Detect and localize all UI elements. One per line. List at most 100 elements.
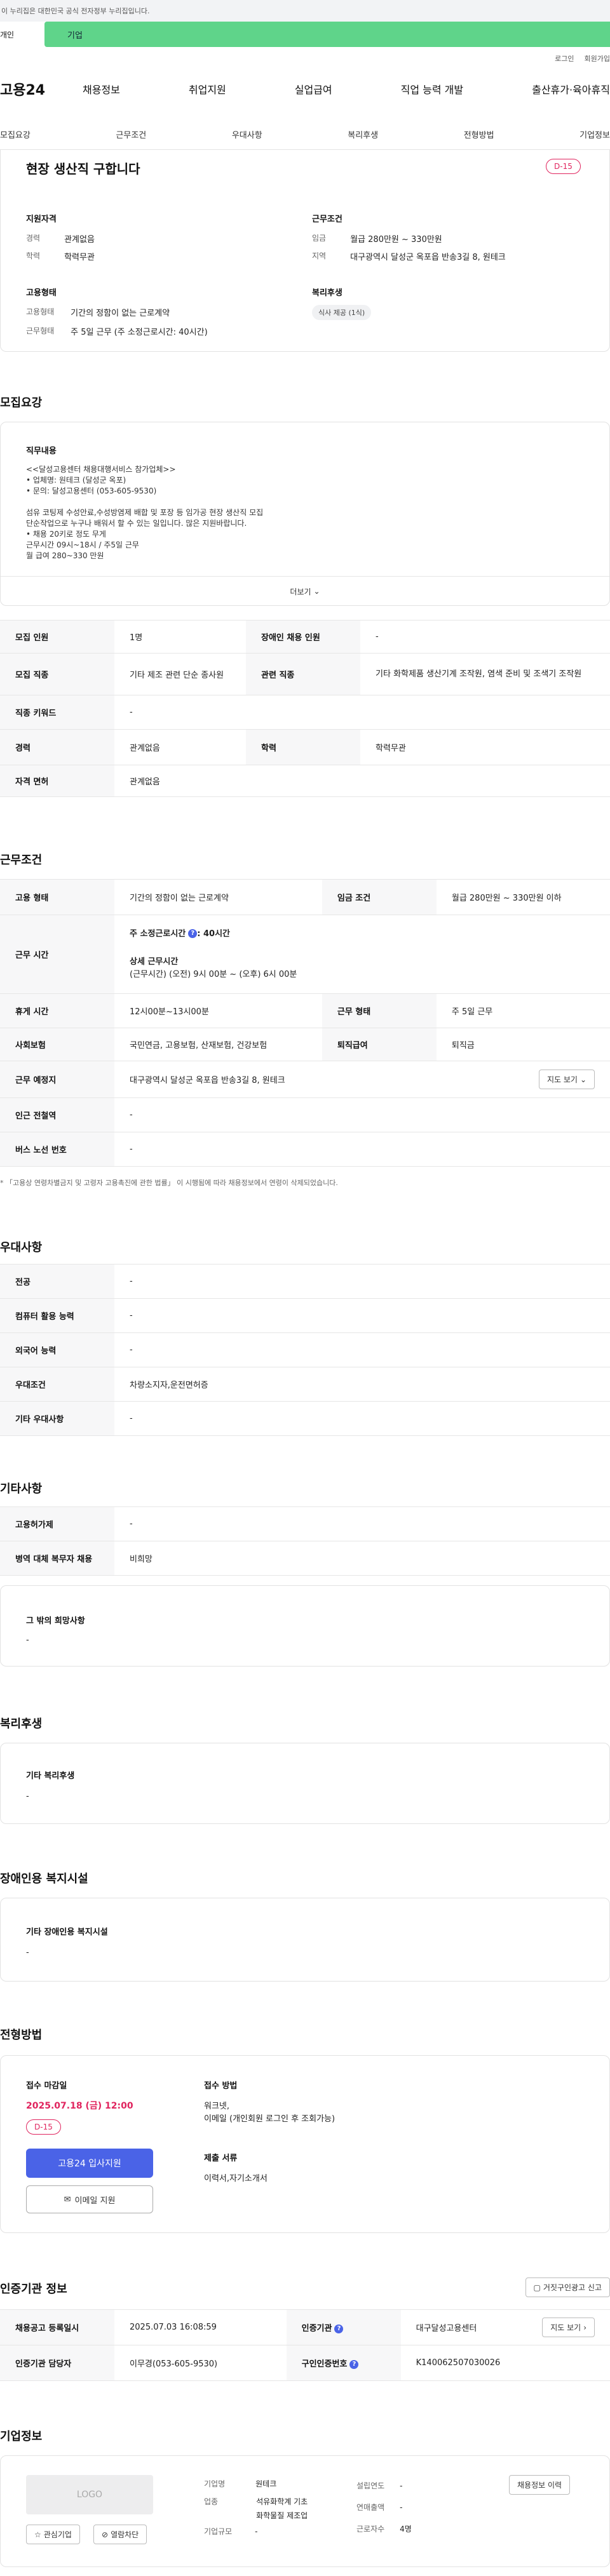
- cell-label: 근무 시간: [0, 915, 114, 994]
- tab-recruit[interactable]: 모집요강: [0, 128, 30, 140]
- tab-conditions[interactable]: 근무조건: [116, 128, 146, 140]
- cell-value: -: [360, 620, 610, 654]
- hours-detail: (근무시간) (오전) 9시 00분 ~ (오후) 6시 00분: [130, 969, 297, 979]
- sales-value: -: [400, 2503, 403, 2512]
- report-fake-ad-button[interactable]: ▢ 거짓구인광고 신고: [525, 2277, 610, 2297]
- recruit-section-title: 모집요강: [0, 396, 43, 410]
- top-util: 로그인 회원가입: [0, 47, 610, 70]
- more-button[interactable]: 더보기 ⌄: [1, 576, 609, 606]
- table-row: 전공 -: [0, 1264, 610, 1299]
- sales-label: 연매출액: [356, 2503, 385, 2512]
- cell-value: 관계없음: [114, 765, 610, 797]
- cell-value: 1명: [114, 620, 247, 654]
- cell-value: 퇴직금: [436, 1028, 610, 1061]
- docs-value: 이력서,자기소개서: [204, 2174, 268, 2184]
- gnb-item-support[interactable]: 취업지원: [189, 81, 226, 97]
- table-row: 모집 직종 기타 제조 관련 단순 종사원 관련 직종 기타 화학제품 생산기계…: [0, 653, 610, 695]
- info-icon[interactable]: ?: [334, 2324, 344, 2333]
- work-section-title: 근무조건: [0, 854, 43, 867]
- job-description-body: <<달성고용센터 채용대행서비스 참가업체>> • 업체명: 원테크 (달성군 …: [26, 464, 263, 561]
- agency-section-title: 인증기관 정보: [0, 2283, 67, 2296]
- table-row: 고용 형태 기간의 정함이 없는 근로계약 임금 조건 월급 280만원 ~ 3…: [0, 879, 610, 915]
- agency-map-button[interactable]: 지도 보기 ›: [542, 2318, 595, 2337]
- welfare-chip-text: 식사 제공 (1식): [312, 305, 372, 320]
- cell-value: -: [114, 1132, 610, 1167]
- disab-section-title: 장애인용 복지시설: [0, 1872, 88, 1886]
- cell-label: 버스 노선 번호: [0, 1132, 114, 1167]
- chevron-down-icon: ⌄: [580, 1075, 586, 1084]
- disab-box-value: -: [26, 1948, 29, 1957]
- table-row: 사회보험 국민연금, 고용보험, 산재보험, 건강보험 퇴직급여 퇴직금: [0, 1028, 610, 1061]
- job-history-button[interactable]: 채용정보 이력: [509, 2475, 571, 2495]
- emp-value: 주 5일 근무 (주 소정근로시간: 40시간): [71, 328, 208, 337]
- info-icon[interactable]: ?: [188, 929, 198, 938]
- gnb-item-jobs[interactable]: 채용정보: [83, 81, 120, 97]
- job-description-card: 직무내용 <<달성고용센터 채용대행서비스 참가업체>> • 업체명: 원테크 …: [0, 422, 610, 606]
- weekly-hours: 주 소정근로시간?: 40시간: [130, 928, 595, 941]
- block-view-button[interactable]: ⊘ 열람차단: [93, 2525, 147, 2544]
- cell-value: 학력무관: [360, 729, 610, 765]
- report-label: 거짓구인광고 신고: [543, 2283, 602, 2292]
- mode-bar: 개인 기업: [0, 22, 610, 47]
- docs-title: 제출 서류: [204, 2154, 238, 2163]
- founded-label: 설립연도: [356, 2481, 385, 2490]
- email-apply-button[interactable]: ✉ 이메일 지원: [26, 2185, 153, 2213]
- table-row: 외국어 능력 -: [0, 1332, 610, 1367]
- tab-preferences[interactable]: 우대사항: [232, 128, 262, 140]
- disab-card: 기타 장애인용 복지시설 -: [0, 1898, 610, 1982]
- mode-individual[interactable]: 개인: [0, 22, 44, 47]
- cell-label: 사회보험: [0, 1028, 114, 1061]
- company-name-label: 기업명: [204, 2479, 226, 2488]
- job-title: 현장 생산직 구합니다: [26, 161, 140, 177]
- tab-welfare[interactable]: 복리후생: [348, 128, 378, 140]
- qual-value: 학력무관: [64, 253, 95, 262]
- block-icon: ⊘: [102, 2530, 109, 2539]
- cell-value: 비희망: [114, 1541, 610, 1576]
- gnb-item-parental[interactable]: 출산휴가·육아휴직: [532, 81, 610, 97]
- company-name-row: 기업명 원테크: [204, 2475, 308, 2493]
- tab-company[interactable]: 기업정보: [580, 128, 610, 140]
- gnb-item-benefits[interactable]: 실업급여: [295, 81, 332, 97]
- cell-value: 기간의 정함이 없는 근로계약: [114, 879, 322, 915]
- welfare-card: 기타 복리후생 -: [0, 1743, 610, 1824]
- place-cell: 대구광역시 달성군 옥포읍 반송3길 8, 원테크 지도 보기 ⌄: [114, 1061, 610, 1098]
- job-line: 섬유 코팅제 수성안료,수성방염제 배합 및 포장 등 임가공 현장 생산직 모…: [26, 508, 264, 517]
- cell-label: 학력: [246, 729, 361, 765]
- hours-cell: 주 소정근로시간?: 40시간 상세 근무시간 (근무시간) (오전) 9시 0…: [114, 915, 610, 994]
- apply-button[interactable]: 고용24 입사지원: [26, 2149, 153, 2178]
- workers-row: 근로자수 4명: [356, 2518, 412, 2540]
- login-link[interactable]: 로그인: [555, 53, 574, 64]
- founded-value: -: [400, 2481, 403, 2490]
- info-icon[interactable]: ?: [349, 2359, 359, 2369]
- mode-company[interactable]: 기업: [44, 22, 610, 47]
- favorite-label: 관심기업: [43, 2530, 72, 2539]
- welfare-summary-title: 복리후생: [312, 288, 342, 298]
- cell-value: K140062507030026: [400, 2345, 610, 2381]
- cell-value: 관계없음: [114, 729, 247, 765]
- tab-selection[interactable]: 전형방법: [464, 128, 494, 140]
- favorite-company-button[interactable]: ☆ 관심기업: [26, 2525, 80, 2544]
- job-line: 단순작업으로 누구나 배워서 할 수 있는 일입니다. 많은 지원바랍니다.: [26, 519, 247, 528]
- job-line: • 문의: 달성고용센터 (053-605-9530): [26, 486, 157, 495]
- industry-row: 업종 석유화학계 기초 화학물질 제조업: [204, 2493, 308, 2523]
- cert-label: 구인인증번호: [301, 2359, 348, 2369]
- gnb-menu: 채용정보 취업지원 실업급여 직업 능력 개발 출산휴가·육아휴직: [83, 81, 610, 97]
- welfare-chip: 식사 제공 (1식): [312, 305, 372, 320]
- cell-label: 외국어 능력: [0, 1332, 114, 1367]
- join-link[interactable]: 회원가입: [585, 53, 610, 64]
- agency-label-cell: 인증기관?: [286, 2309, 401, 2345]
- table-row: 모집 인원 1명 장애인 채용 인원 -: [0, 620, 610, 654]
- qual-value: 관계없음: [64, 235, 95, 245]
- star-icon: ☆: [34, 2530, 41, 2539]
- site-logo[interactable]: 고용24: [0, 79, 83, 99]
- other-wishes-card: 그 밖의 희망사항 -: [0, 1585, 610, 1667]
- more-label: 더보기: [290, 587, 311, 596]
- cell-value: -: [114, 1506, 610, 1541]
- gnb-item-training[interactable]: 직업 능력 개발: [401, 81, 464, 97]
- cell-value: -: [114, 1298, 610, 1333]
- weekly-hours-label: 주 소정근로시간: [130, 929, 186, 939]
- disab-box-title: 기타 장애인용 복지시설: [26, 1928, 108, 1937]
- selection-card: 접수 마감일 2025.07.18 (금) 12:00 D-15 고용24 입사…: [0, 2055, 610, 2233]
- map-view-button[interactable]: 지도 보기 ⌄: [538, 1070, 595, 1089]
- cell-label: 전공: [0, 1264, 114, 1299]
